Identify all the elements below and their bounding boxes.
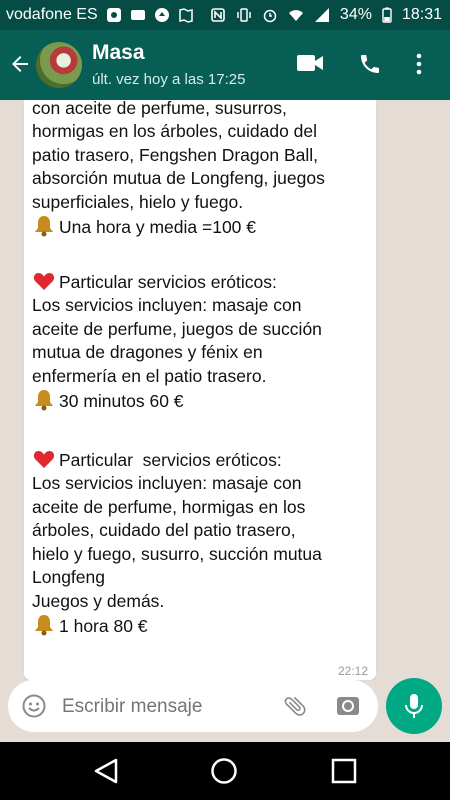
carrier-label: vodafone ES [6, 6, 98, 23]
message-timestamp: 22:12 [337, 664, 368, 678]
message-line: patio trasero, Fengshen Dragon Ball, [32, 144, 318, 165]
message-line: aceite de perfume, hormigas en los [32, 496, 306, 517]
chat-area[interactable]: con aceite de perfume, susurros, hormiga… [0, 100, 450, 680]
red-heart-icon [33, 272, 55, 290]
battery-percent: 34% [339, 6, 372, 23]
message-line: Longfeng [32, 567, 105, 587]
attach-icon[interactable] [282, 693, 308, 719]
message-line: Los servicios incluyen: masaje con [32, 473, 302, 493]
section-heading: Particular servicios eróticos: [59, 449, 282, 470]
signal-icon [314, 8, 329, 22]
alarm-icon [263, 9, 277, 23]
price-line: Una hora y media =100 € [59, 217, 257, 237]
back-nav-icon[interactable] [92, 757, 120, 785]
cast-icon [154, 8, 169, 22]
message-line: con aceite de perfume, susurros, [32, 100, 287, 118]
message-composer [8, 680, 378, 732]
wifi-icon [288, 10, 303, 21]
message-line: superficiales, hielo y fuego. [32, 191, 244, 212]
price-line: 30 minutos 60 € [59, 391, 184, 411]
battery-icon [382, 7, 392, 23]
message-line: mutua de dragones y fénix en [32, 342, 263, 362]
message-line: absorción mutua de Longfeng, juegos [32, 168, 325, 188]
section-heading: Particular servicios eróticos: [59, 271, 277, 292]
more-options-icon[interactable] [414, 52, 424, 76]
bell-icon [35, 615, 53, 636]
nfc-icon [211, 8, 225, 22]
voice-message-button[interactable] [386, 678, 442, 734]
message-bubble[interactable]: con aceite de perfume, susurros, hormiga… [24, 100, 376, 680]
video-call-icon[interactable] [296, 52, 324, 74]
voice-call-icon[interactable] [358, 52, 382, 76]
bell-icon [35, 216, 53, 237]
notification-icon [106, 8, 121, 22]
message-line: Los servicios incluyen: masaje con [32, 295, 302, 315]
message-notification-icon [130, 10, 145, 20]
vibrate-icon [237, 8, 251, 22]
message-line: enfermería en el patio trasero. [32, 365, 267, 386]
recents-nav-icon[interactable] [330, 757, 358, 785]
contact-name[interactable]: Masa [92, 41, 145, 65]
home-nav-icon[interactable] [210, 757, 238, 785]
avatar[interactable] [36, 42, 82, 88]
camera-icon[interactable] [334, 692, 362, 720]
bell-icon [35, 390, 53, 411]
clock: 18:31 [401, 6, 442, 23]
message-line: Juegos y demás. [32, 590, 165, 611]
message-input[interactable] [60, 690, 284, 724]
red-heart-icon [33, 450, 55, 468]
message-line: árboles, cuidado del patio trasero, [32, 520, 296, 540]
message-line: hormigas en los árboles, cuidado del [32, 121, 318, 141]
map-icon [178, 8, 193, 23]
status-bar: vodafone ES 34% 18:31 [0, 0, 450, 30]
emoji-icon[interactable] [22, 694, 46, 718]
microphone-icon [405, 694, 423, 718]
last-seen: últ. vez hoy a las 17:25 [92, 71, 246, 88]
message-line: hielo y fuego, susurro, succión mutua [32, 543, 322, 564]
message-text: con aceite de perfume, susurros, hormiga… [32, 100, 372, 639]
message-line: aceite de perfume, juegos de succión [32, 318, 322, 339]
chat-header: Masa últ. vez hoy a las 17:25 [0, 30, 450, 100]
price-line: 1 hora 80 € [59, 616, 148, 636]
back-arrow-icon[interactable] [8, 52, 32, 80]
system-navigation-bar [0, 742, 450, 800]
